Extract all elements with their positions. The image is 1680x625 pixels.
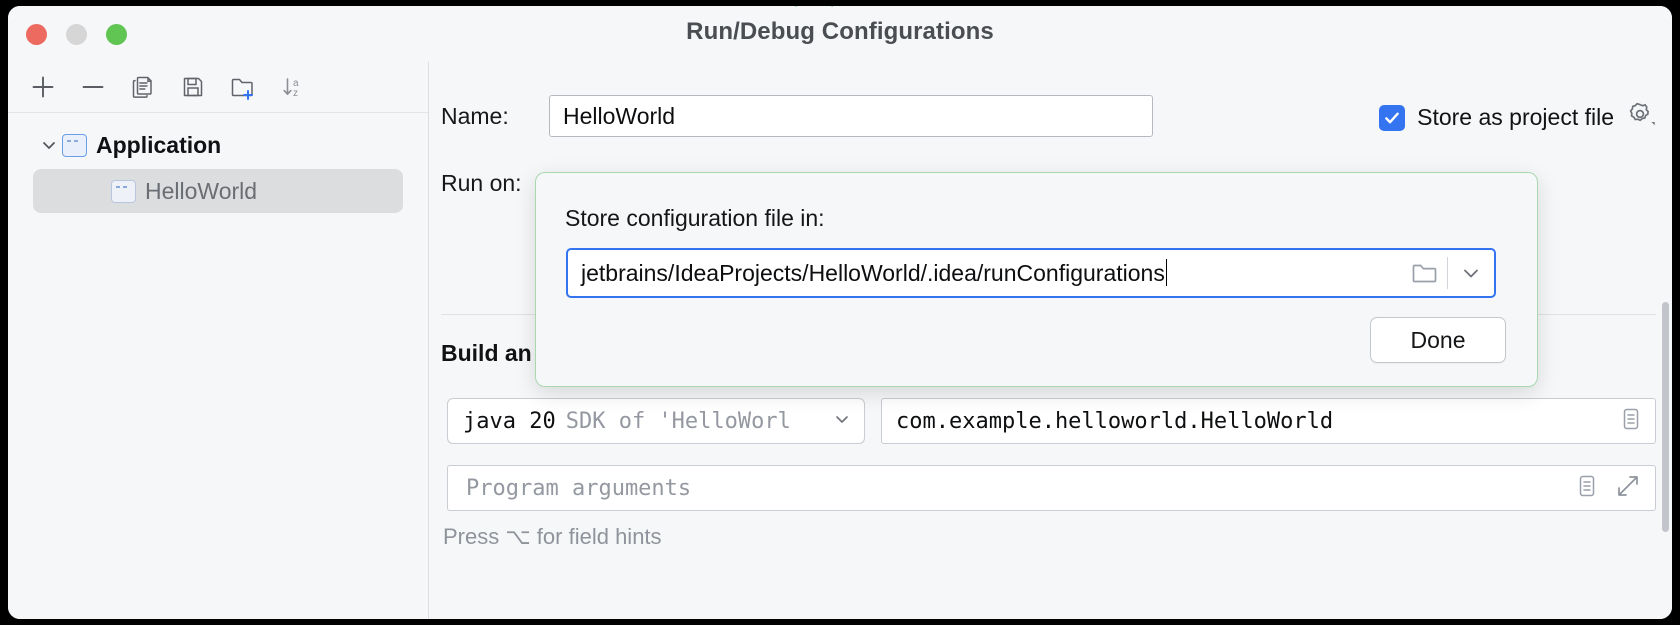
chevron-down-icon xyxy=(1464,269,1478,278)
copy-icon xyxy=(132,76,152,98)
name-input[interactable]: HelloWorld xyxy=(549,95,1153,137)
sidebar-toolbar: a z xyxy=(8,62,428,113)
path-input-actions xyxy=(1401,250,1494,296)
text-caret xyxy=(1165,258,1168,286)
configuration-path-value: jetbrains/IdeaProjects/HelloWorld/.idea/… xyxy=(581,259,1165,286)
tree-item-label: HelloWorld xyxy=(145,177,258,204)
build-and-run-section-title: Build an xyxy=(441,340,532,366)
tree-group-label: Application xyxy=(96,131,222,158)
sdk-primary-label: java 20 xyxy=(463,408,556,434)
save-icon xyxy=(183,77,203,97)
expand-editor-icon[interactable] xyxy=(1615,473,1641,504)
main-class-value: com.example.helloworld.HelloWorld xyxy=(896,408,1334,434)
store-as-project-file-checkbox[interactable] xyxy=(1379,104,1406,131)
store-configuration-popover: Store configuration file in: jetbrains/I… xyxy=(535,172,1538,387)
run-config-icon xyxy=(111,179,136,203)
main-class-input[interactable]: com.example.helloworld.HelloWorld xyxy=(881,398,1656,444)
minus-icon xyxy=(82,86,104,88)
insert-macro-icon[interactable] xyxy=(1575,473,1599,504)
tree-item-helloworld[interactable]: HelloWorld xyxy=(33,169,403,213)
popover-arrow xyxy=(795,6,833,7)
sort-alpha-icon: a z xyxy=(283,78,299,99)
window-titlebar: Run/Debug Configurations xyxy=(8,6,1672,62)
field-hints-text: Press ⌥ for field hints xyxy=(443,524,662,549)
window-title: Run/Debug Configurations xyxy=(686,18,994,45)
configuration-path-input[interactable]: jetbrains/IdeaProjects/HelloWorld/.idea/… xyxy=(566,248,1496,298)
remove-configuration-button[interactable] xyxy=(70,67,116,107)
path-history-dropdown-button[interactable] xyxy=(1448,261,1494,285)
checkmark-icon xyxy=(1385,112,1399,123)
folder-icon xyxy=(1412,264,1437,283)
program-arguments-input[interactable]: Program arguments xyxy=(447,465,1656,511)
run-on-label: Run on: xyxy=(441,170,522,196)
new-folder-button[interactable] xyxy=(220,67,266,107)
program-arguments-actions xyxy=(1575,473,1641,504)
run-debug-configurations-window: Run/Debug Configurations a z Application… xyxy=(8,6,1672,619)
main-class-field-actions xyxy=(1619,406,1643,437)
application-config-icon xyxy=(62,133,87,157)
configurations-sidebar: a z Application HelloWorld xyxy=(8,62,429,619)
sdk-secondary-label: SDK of 'HelloWorl xyxy=(565,408,791,434)
tree-group-application[interactable]: Application xyxy=(36,123,403,167)
done-button[interactable]: Done xyxy=(1370,317,1506,363)
browse-folder-button[interactable] xyxy=(1401,260,1447,286)
program-arguments-placeholder: Program arguments xyxy=(466,475,692,501)
save-configuration-button[interactable] xyxy=(170,67,216,107)
screenshot-frame: Run/Debug Configurations a z Application… xyxy=(0,0,1680,625)
chevron-down-icon[interactable] xyxy=(824,409,852,434)
configurations-tree: Application HelloWorld xyxy=(8,114,428,213)
store-as-project-file-row: Store as project file xyxy=(1379,100,1656,135)
svg-text:z: z xyxy=(293,88,298,99)
browse-class-icon[interactable] xyxy=(1619,406,1643,437)
folder-add-icon xyxy=(231,78,253,100)
name-label: Name: xyxy=(441,102,509,129)
sort-configurations-button[interactable]: a z xyxy=(270,67,316,107)
run-on-row: Run on: xyxy=(441,170,522,197)
copy-configuration-button[interactable] xyxy=(120,67,166,107)
popover-title: Store configuration file in: xyxy=(565,205,825,231)
chevron-down-icon[interactable] xyxy=(36,135,62,155)
add-configuration-button[interactable] xyxy=(20,67,66,107)
jre-combobox[interactable]: java 20 SDK of 'HelloWorl xyxy=(447,398,865,444)
settings-gear-icon[interactable] xyxy=(1626,100,1656,135)
content-scrollbar[interactable] xyxy=(1662,302,1669,532)
plus-icon xyxy=(32,76,54,98)
store-as-project-file-label: Store as project file xyxy=(1417,104,1614,130)
name-row: Name: HelloWorld xyxy=(441,95,1153,137)
